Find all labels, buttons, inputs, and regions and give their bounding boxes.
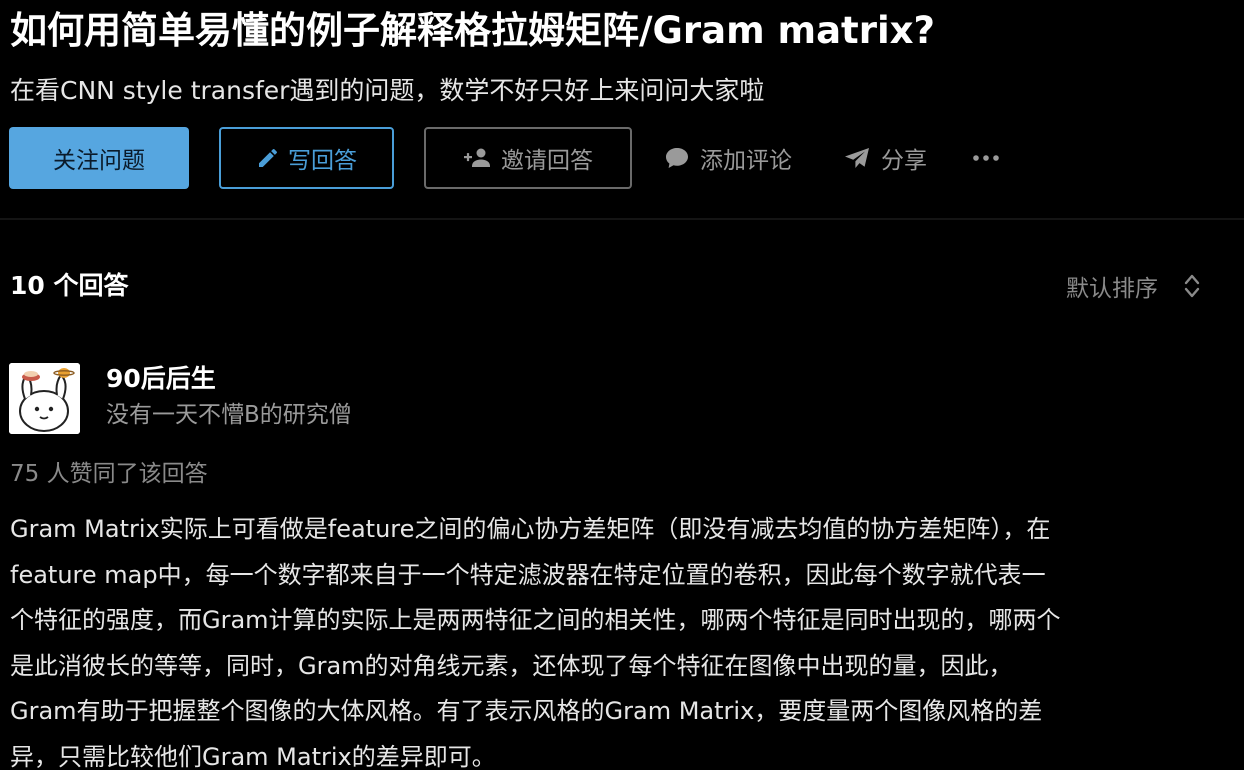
invite-answer-label: 邀请回答 xyxy=(501,148,593,174)
write-answer-label: 写回答 xyxy=(288,148,357,174)
avatar-cartoon-image xyxy=(9,363,80,434)
author-name-link[interactable]: 90后后生 xyxy=(106,360,216,398)
add-comment-button[interactable]: 添加评论 xyxy=(664,127,792,189)
pencil-icon xyxy=(259,148,278,167)
add-comment-label: 添加评论 xyxy=(700,148,792,174)
answer-line-4: 是此消彼长的等等，同时，Gram的对角线元素，还体现了每个特征在图像中出现的量，… xyxy=(10,651,1013,680)
share-button[interactable]: 分享 xyxy=(843,127,927,189)
author-bio: 没有一天不懵B的研究僧 xyxy=(106,402,352,428)
add-person-icon xyxy=(464,148,490,167)
more-dots-icon xyxy=(973,155,999,161)
header-divider xyxy=(0,218,1244,220)
invite-answer-button[interactable]: 邀请回答 xyxy=(424,127,632,189)
question-page: 如何用简单易懂的例子解释格拉姆矩阵/Gram matrix? 在看CNN sty… xyxy=(0,0,1244,770)
answer-line-3: 个特征的强度，而Gram计算的实际上是两两特征之间的相关性，哪两个特征是同时出现… xyxy=(10,606,1061,634)
write-answer-button[interactable]: 写回答 xyxy=(219,127,394,189)
more-options-button[interactable] xyxy=(972,127,1010,189)
answer-count: 10 个回答 xyxy=(10,271,129,300)
sort-label: 默认排序 xyxy=(1066,276,1158,302)
paper-plane-icon xyxy=(845,148,869,168)
follow-question-button[interactable]: 关注问题 xyxy=(9,127,189,189)
comment-bubble-icon xyxy=(666,148,688,168)
vote-count-text: 75 人赞同了该回答 xyxy=(10,461,208,487)
author-avatar[interactable] xyxy=(9,363,80,434)
answer-content: Gram Matrix实际上可看做是feature之间的偏心协方差矩阵（即没有减… xyxy=(10,507,1236,770)
answer-line-6: 异，只需比较他们Gram Matrix的差异即可。 xyxy=(10,742,496,770)
question-detail: 在看CNN style transfer遇到的问题，数学不好只好上来问问大家啦 xyxy=(10,76,765,105)
share-label: 分享 xyxy=(881,148,927,174)
answer-line-1: Gram Matrix实际上可看做是feature之间的偏心协方差矩阵（即没有减… xyxy=(10,515,1051,543)
sort-dropdown[interactable]: 默认排序 xyxy=(1066,266,1200,306)
follow-question-label: 关注问题 xyxy=(53,148,145,174)
answer-line-2: feature map中，每一个数字都来自于一个特定滤波器在特定位置的卷积，因此… xyxy=(10,560,1046,589)
answer-line-5: Gram有助于把握整个图像的大体风格。有了表示风格的Gram Matrix，要度… xyxy=(10,697,1043,725)
sort-chevrons-icon xyxy=(1184,274,1200,298)
question-title: 如何用简单易懂的例子解释格拉姆矩阵/Gram matrix? xyxy=(10,9,935,52)
